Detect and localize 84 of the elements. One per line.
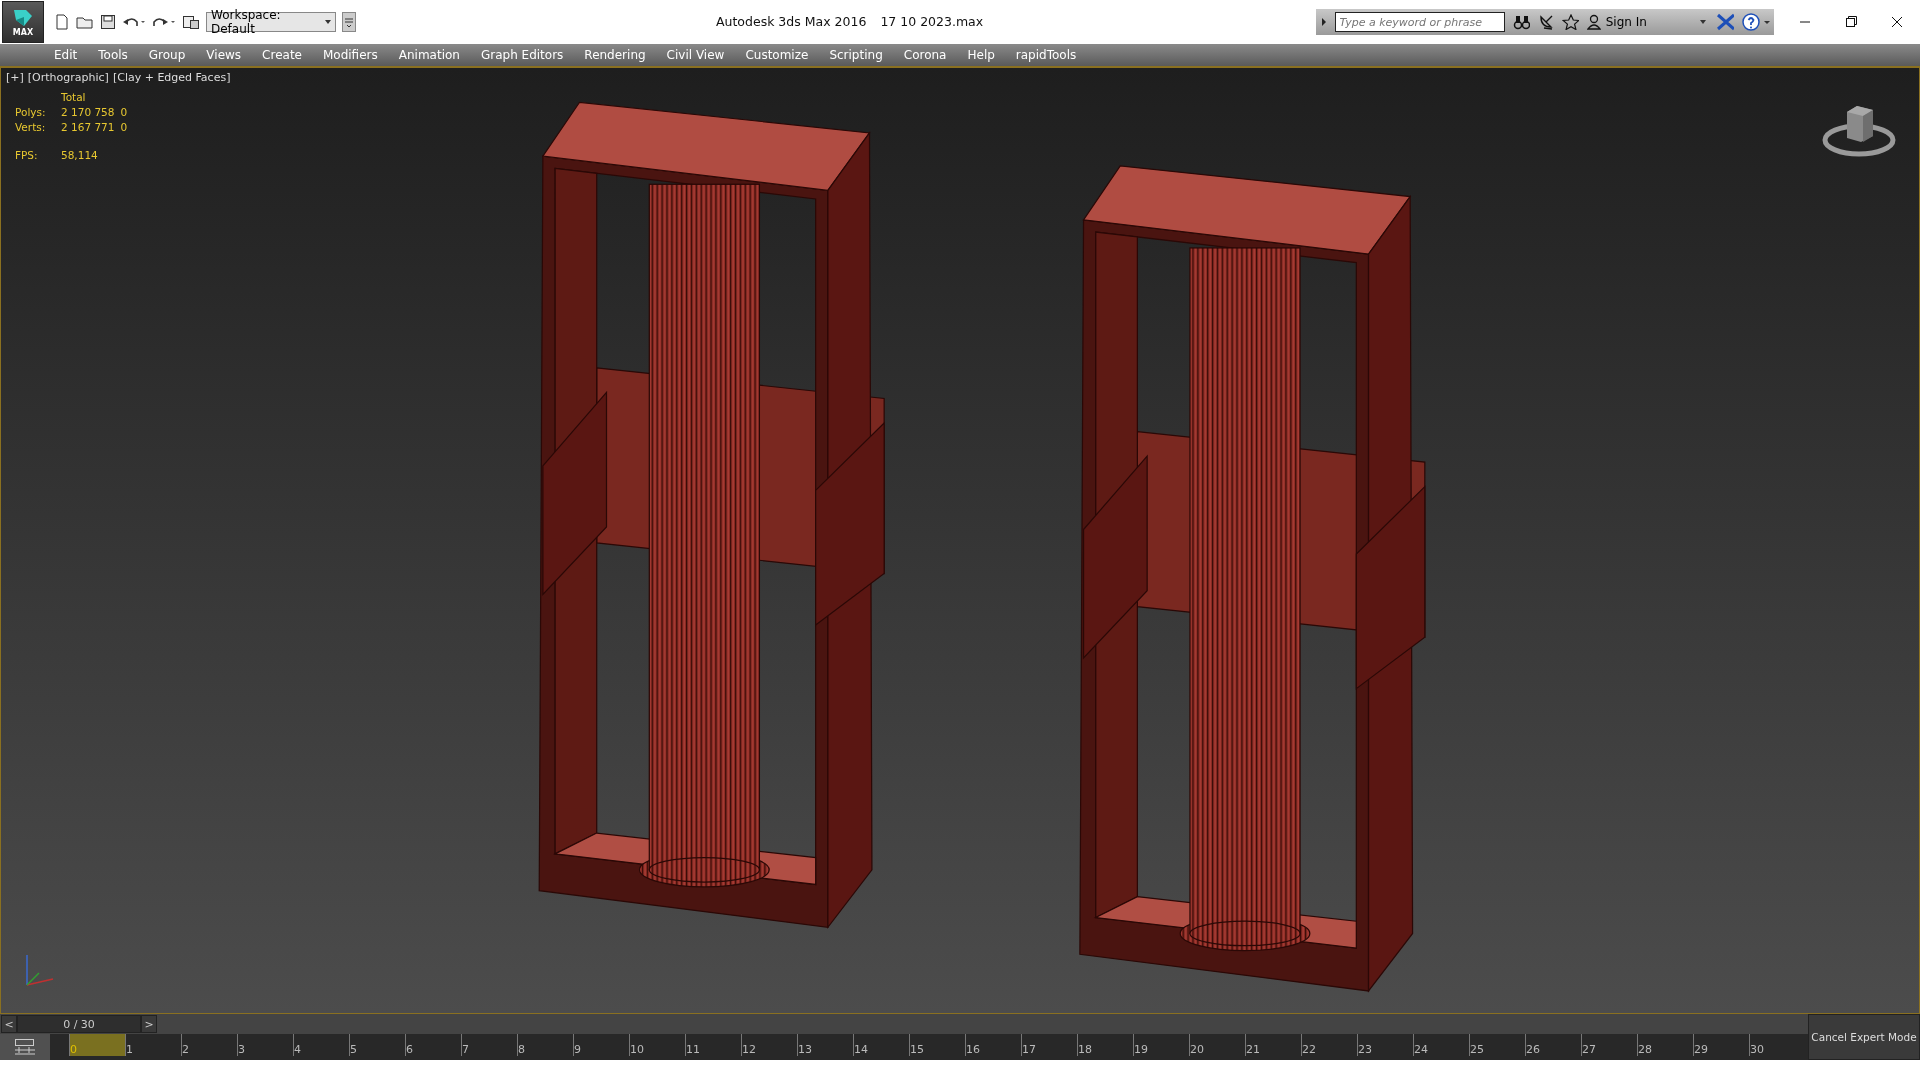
- frame-tick: 18: [1077, 1034, 1133, 1056]
- menu-item[interactable]: Civil View: [666, 48, 725, 62]
- stat-selected-value: 0: [120, 106, 128, 118]
- frame-tick: 13: [797, 1034, 853, 1056]
- frame-tick: 21: [1245, 1034, 1301, 1056]
- frame-tick: 12: [741, 1034, 797, 1056]
- frame-tick: 23: [1357, 1034, 1413, 1056]
- menu-item[interactable]: Rendering: [584, 48, 646, 62]
- frame-tick: 27: [1581, 1034, 1637, 1056]
- help-icon[interactable]: [1742, 13, 1770, 31]
- menu-icon: [344, 17, 354, 27]
- caret-icon[interactable]: [1698, 18, 1708, 26]
- menu-item[interactable]: Tools: [98, 48, 128, 62]
- star-icon[interactable]: [1562, 14, 1579, 30]
- menu-item[interactable]: Customize: [745, 48, 809, 62]
- frame-tick: 1: [125, 1034, 181, 1056]
- menu-item[interactable]: Corona: [903, 48, 947, 62]
- frame-tick: 10: [629, 1034, 685, 1056]
- frame-tick: 28: [1637, 1034, 1693, 1056]
- menu-item[interactable]: Edit: [54, 48, 78, 62]
- next-frame-button[interactable]: >: [141, 1015, 157, 1033]
- window-title: Autodesk 3ds Max 2016: [716, 14, 867, 29]
- stat-label: FPS:: [15, 149, 39, 161]
- curve-editor-icon[interactable]: [13, 1038, 37, 1056]
- exchange-icon[interactable]: [1715, 13, 1735, 31]
- satellite-dish-icon[interactable]: [1537, 14, 1555, 30]
- binoculars-icon[interactable]: [1512, 14, 1530, 30]
- stat-label: Verts:: [15, 121, 47, 133]
- frame-tick: 4: [293, 1034, 349, 1056]
- frame-tick: 8: [517, 1034, 573, 1056]
- menu-item[interactable]: Graph Editors: [480, 48, 564, 62]
- frame-tick: 2: [181, 1034, 237, 1056]
- project-folder-icon[interactable]: [182, 14, 200, 30]
- frame-tick: 3: [237, 1034, 293, 1056]
- app-label: MAX: [12, 27, 34, 37]
- frame-tick: 25: [1469, 1034, 1525, 1056]
- viewport[interactable]: [+] [Orthographic] [Clay + Edged Faces] Total Polys: 2 170 758 0 Verts: 2 167 771 0 FPS: 58,114: [0, 67, 1920, 1014]
- frame-tick: 26: [1525, 1034, 1581, 1056]
- open-folder-icon[interactable]: [76, 14, 94, 30]
- stat-label: Polys:: [15, 106, 47, 118]
- menu-item[interactable]: Animation: [398, 48, 460, 62]
- frame-tick: 14: [853, 1034, 909, 1056]
- caret-icon: [324, 19, 331, 25]
- frame-tick: 20: [1189, 1034, 1245, 1056]
- frame-tick: 0: [69, 1034, 125, 1056]
- frame-tick: 11: [685, 1034, 741, 1056]
- frame-tick: 16: [965, 1034, 1021, 1056]
- search-field[interactable]: Type a keyword or phrase: [1335, 12, 1505, 32]
- menu-item[interactable]: Create: [262, 48, 302, 62]
- menu-item[interactable]: Modifiers: [322, 48, 378, 62]
- new-file-icon[interactable]: [54, 14, 70, 30]
- sign-in-button[interactable]: Sign In: [1586, 14, 1661, 30]
- menu-item[interactable]: Scripting: [829, 48, 883, 62]
- stats-header: Total: [61, 91, 87, 103]
- frame-tick: 29: [1693, 1034, 1749, 1056]
- cancel-expert-mode-button[interactable]: Cancel Expert Mode: [1808, 1014, 1920, 1060]
- user-icon: [1586, 14, 1601, 30]
- frame-tick: 17: [1021, 1034, 1077, 1056]
- frame-tick: 24: [1413, 1034, 1469, 1056]
- viewport-label[interactable]: [Clay + Edged Faces]: [112, 71, 231, 84]
- time-slider-thumb[interactable]: 0 / 30: [17, 1015, 141, 1033]
- menu-item[interactable]: Help: [967, 48, 995, 62]
- previous-frame-button[interactable]: <: [1, 1015, 17, 1033]
- frame-tick: 22: [1301, 1034, 1357, 1056]
- save-icon[interactable]: [100, 14, 116, 30]
- viewport-label[interactable]: [+]: [6, 71, 24, 84]
- stat-value: 2 170 758: [61, 106, 115, 118]
- frame-tick: 30: [1749, 1034, 1805, 1056]
- frame-tick: 9: [573, 1034, 629, 1056]
- menu-item[interactable]: Views: [206, 48, 242, 62]
- menu-item[interactable]: rapidTools: [1015, 48, 1077, 62]
- stat-selected-value: 0: [120, 121, 128, 133]
- logo-icon: [12, 7, 34, 28]
- frame-tick: 7: [461, 1034, 517, 1056]
- menu-item[interactable]: Group: [148, 48, 186, 62]
- stat-value: 2 167 771: [61, 121, 115, 133]
- frame-tick: 15: [909, 1034, 965, 1056]
- application-button[interactable]: MAX: [2, 1, 44, 43]
- frame-tick: 5: [349, 1034, 405, 1056]
- file-name: 17 10 2023.max: [880, 14, 984, 29]
- stat-value: 58,114: [61, 149, 99, 161]
- frame-tick: 19: [1133, 1034, 1189, 1056]
- viewport-label[interactable]: [Orthographic]: [27, 71, 109, 84]
- frame-tick: 6: [405, 1034, 461, 1056]
